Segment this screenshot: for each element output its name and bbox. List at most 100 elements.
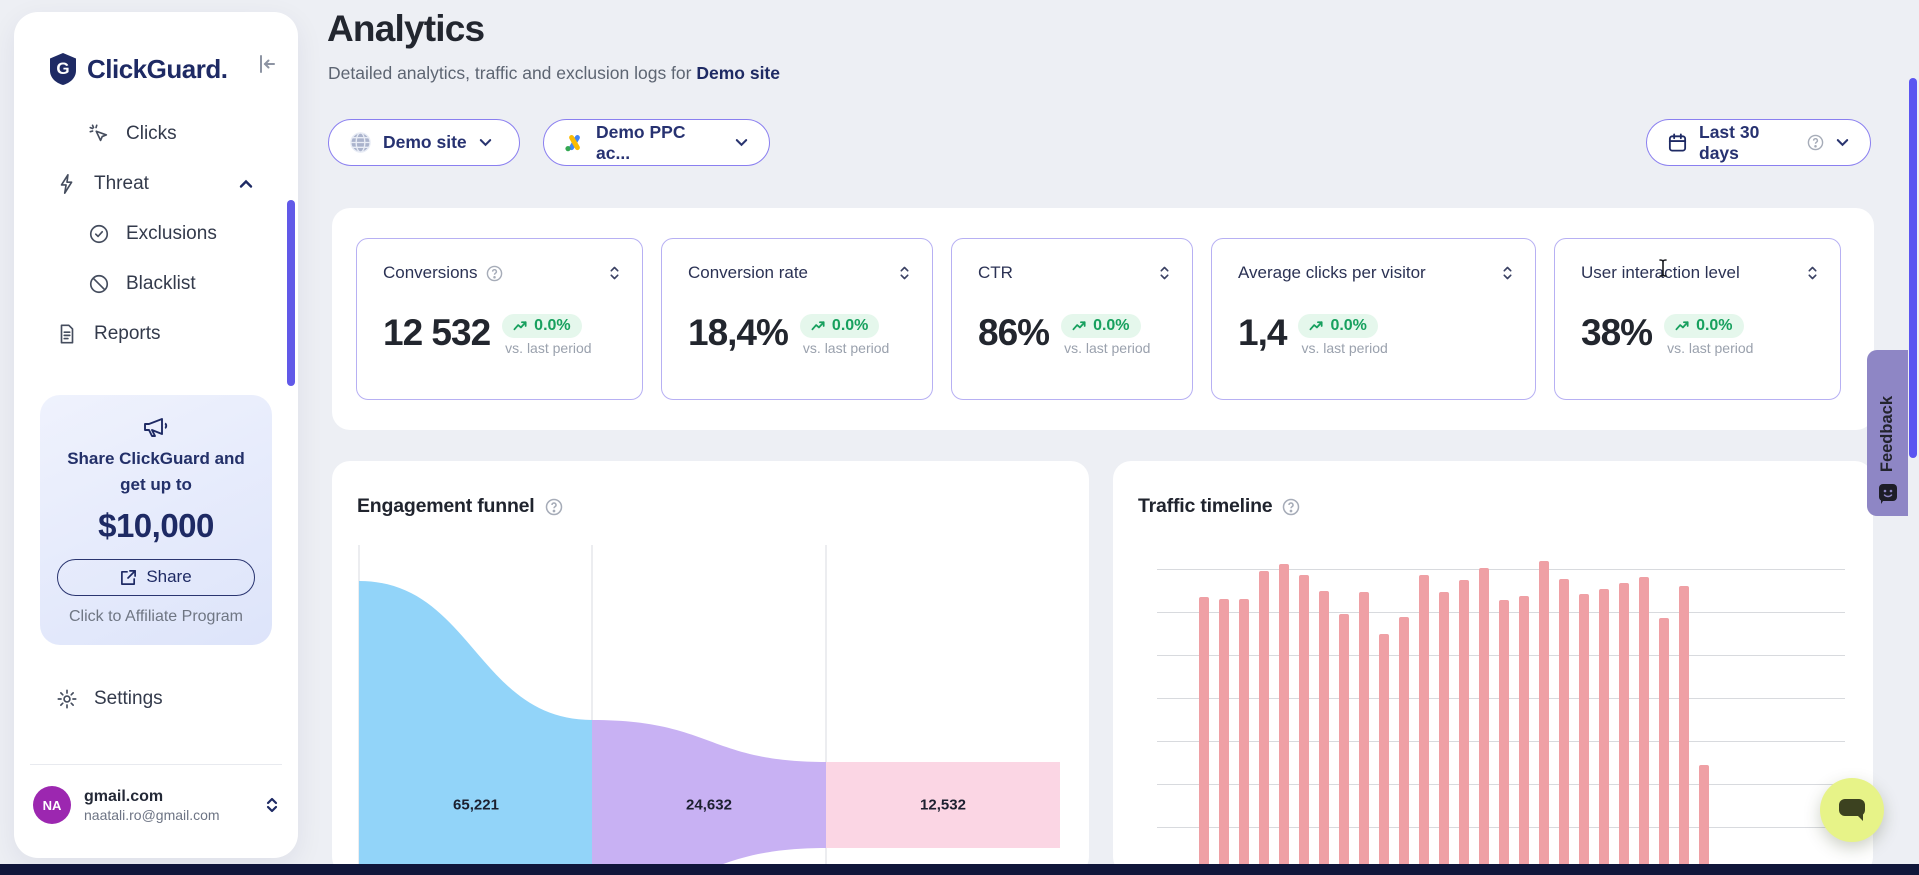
kpi-title: CTR xyxy=(978,263,1013,283)
metric-sort-icon[interactable] xyxy=(609,265,620,281)
app-window: G ClickGuard. Clicks Threat xyxy=(0,0,1919,875)
metric-sort-icon[interactable] xyxy=(1807,265,1818,281)
traffic-bar xyxy=(1299,575,1309,875)
chevron-down-icon xyxy=(1835,135,1850,150)
traffic-bar xyxy=(1619,583,1629,875)
traffic-bar xyxy=(1499,600,1509,875)
kpi-title: Conversion rate xyxy=(688,263,808,283)
unfold-icon xyxy=(265,796,279,814)
funnel-title-text: Engagement funnel xyxy=(357,495,535,518)
user-account[interactable]: NA gmail.com naatali.ro@gmail.com xyxy=(33,786,279,824)
traffic-bar xyxy=(1359,592,1369,875)
sidebar-item-settings[interactable]: Settings xyxy=(56,688,163,710)
affiliate-promo-card[interactable]: Share ClickGuard and get up to $10,000 S… xyxy=(40,395,272,645)
sidebar-divider xyxy=(30,764,282,765)
kpi-change-badge: 0.0% xyxy=(1061,314,1140,338)
kpi-title: Average clicks per visitor xyxy=(1238,263,1426,283)
kpi-card-user-interaction: User interaction level 38% 0.0% vs. last… xyxy=(1554,238,1841,400)
funnel-stage-value: 12,532 xyxy=(920,797,966,814)
kpi-compare: vs. last period xyxy=(1061,340,1150,356)
ppc-account-value: Demo PPC ac... xyxy=(596,122,723,164)
ppc-account-selector[interactable]: Demo PPC ac... xyxy=(543,119,770,166)
megaphone-icon xyxy=(141,413,171,441)
svg-text:G: G xyxy=(56,59,69,78)
sidebar-item-threat[interactable]: Threat xyxy=(14,159,298,209)
date-range-selector[interactable]: Last 30 days xyxy=(1646,119,1871,166)
chevron-down-icon xyxy=(478,135,493,150)
help-icon[interactable] xyxy=(486,265,503,282)
sidebar-item-clicks[interactable]: Clicks xyxy=(14,109,298,159)
brand-name: ClickGuard. xyxy=(87,54,227,85)
metric-sort-icon[interactable] xyxy=(899,265,910,281)
traffic-bar xyxy=(1259,571,1269,875)
scrollbar-thumb[interactable] xyxy=(1909,78,1917,458)
traffic-bar xyxy=(1559,579,1569,875)
traffic-bars[interactable] xyxy=(1179,554,1719,875)
site-selector-value: Demo site xyxy=(383,132,467,153)
help-icon[interactable] xyxy=(545,498,563,516)
traffic-bar xyxy=(1679,586,1689,875)
document-icon xyxy=(56,323,78,345)
traffic-bar xyxy=(1699,765,1709,875)
trend-up-icon xyxy=(513,320,528,332)
site-selector[interactable]: Demo site xyxy=(328,119,520,166)
kpi-title: Conversions xyxy=(383,263,478,283)
traffic-bar xyxy=(1199,597,1209,875)
page-subtitle-text: Detailed analytics, traffic and exclusio… xyxy=(328,63,691,83)
traffic-bar xyxy=(1239,599,1249,875)
funnel-stage-value: 24,632 xyxy=(686,797,732,814)
kpi-value: 1,4 xyxy=(1238,313,1286,354)
funnel-panel-title: Engagement funnel xyxy=(357,495,563,518)
external-link-icon xyxy=(120,569,137,586)
lightning-icon xyxy=(56,173,78,195)
badge-check-icon xyxy=(88,223,110,245)
sidebar-item-label: Threat xyxy=(94,173,149,195)
kpi-change-badge: 0.0% xyxy=(1664,314,1743,338)
kpi-card-ctr: CTR 86% 0.0% vs. last period xyxy=(951,238,1193,400)
trend-up-icon xyxy=(1072,320,1087,332)
traffic-bar xyxy=(1459,580,1469,875)
traffic-bar xyxy=(1399,617,1409,875)
kpi-compare: vs. last period xyxy=(800,340,889,356)
affiliate-link[interactable]: Click to Affiliate Program xyxy=(40,608,272,626)
window-bottom-edge xyxy=(0,864,1919,875)
traffic-bar xyxy=(1659,618,1669,875)
traffic-timeline-panel: Traffic timeline xyxy=(1113,461,1873,875)
sidebar-collapse-icon[interactable] xyxy=(254,52,280,78)
kpi-card-conversion-rate: Conversion rate 18,4% 0.0% vs. last peri… xyxy=(661,238,933,400)
page-title: Analytics xyxy=(327,8,484,50)
sidebar-nav: Clicks Threat Exclusions xyxy=(14,109,298,359)
kpi-compare: vs. last period xyxy=(1664,340,1753,356)
date-range-value: Last 30 days xyxy=(1699,122,1796,164)
traffic-bar xyxy=(1339,614,1349,875)
kpi-value: 18,4% xyxy=(688,313,788,354)
sidebar-item-blacklist[interactable]: Blacklist xyxy=(14,259,298,309)
brand-logo[interactable]: G ClickGuard. xyxy=(48,52,227,86)
engagement-funnel-panel: Engagement funnel 65,221 24,632 12,532 xyxy=(332,461,1089,875)
help-icon[interactable] xyxy=(1807,134,1824,151)
feedback-tab[interactable]: Feedback xyxy=(1867,350,1908,516)
funnel-stage-visitors xyxy=(359,581,592,875)
metric-sort-icon[interactable] xyxy=(1502,265,1513,281)
sidebar-item-reports[interactable]: Reports xyxy=(14,309,298,359)
feedback-smiley-icon xyxy=(1877,482,1899,504)
traffic-bar xyxy=(1439,592,1449,875)
chat-launcher-button[interactable] xyxy=(1820,778,1884,842)
metric-sort-icon[interactable] xyxy=(1159,265,1170,281)
chevron-up-icon xyxy=(238,176,254,192)
kpi-value: 12 532 xyxy=(383,313,490,354)
help-icon[interactable] xyxy=(1282,498,1300,516)
brand-shield-icon: G xyxy=(48,52,78,86)
kpi-compare: vs. last period xyxy=(502,340,591,356)
promo-text-line1: Share ClickGuard and xyxy=(40,446,272,472)
funnel-chart[interactable] xyxy=(357,540,1070,875)
sidebar-item-exclusions[interactable]: Exclusions xyxy=(14,209,298,259)
trend-up-icon xyxy=(811,320,826,332)
timeline-panel-title: Traffic timeline xyxy=(1138,495,1300,518)
chevron-down-icon xyxy=(734,135,749,150)
sidebar-item-label: Reports xyxy=(94,323,161,345)
share-button[interactable]: Share xyxy=(57,559,255,596)
sidebar-item-label: Exclusions xyxy=(126,223,217,245)
settings-label: Settings xyxy=(94,688,163,710)
funnel-stage-value: 65,221 xyxy=(453,797,499,814)
